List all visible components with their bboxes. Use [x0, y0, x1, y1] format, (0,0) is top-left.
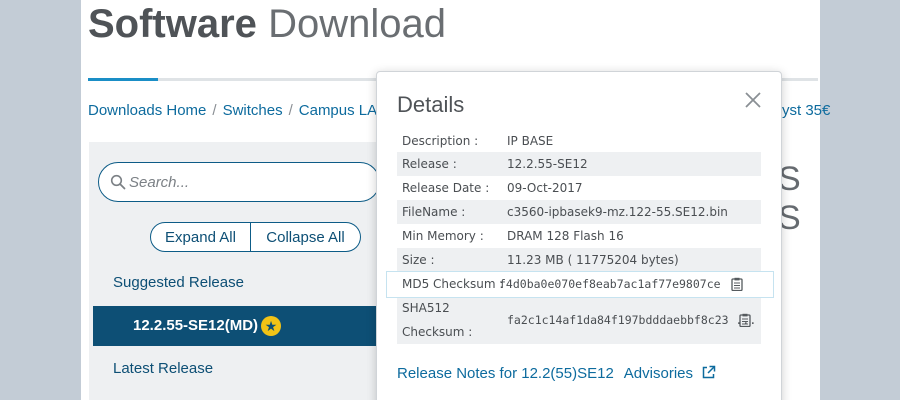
advisories-link[interactable]: Advisories: [624, 365, 693, 382]
breadcrumb: Downloads Home / Switches / Campus LA: [88, 102, 377, 119]
external-link-icon[interactable]: [701, 365, 716, 380]
search-icon: [110, 174, 126, 190]
release-sidebar: Expand All Collapse All Suggested Releas…: [89, 142, 380, 400]
detail-row-filename: FileName : c3560-ipbasek9-mz.122-55.SE12…: [397, 200, 761, 224]
collapse-all-button[interactable]: Collapse All: [251, 222, 361, 252]
breadcrumb-item-downloads-home[interactable]: Downloads Home: [88, 102, 206, 119]
detail-label: Size :: [402, 253, 435, 267]
detail-row-sha512: SHA512 Checksum : fa2c1c14af1da84f197bdd…: [397, 298, 761, 344]
expand-collapse-group: Expand All Collapse All: [150, 222, 361, 252]
copy-icon[interactable]: [739, 313, 751, 327]
detail-value: c3560-ipbasek9-mz.122-55.SE12.bin: [507, 205, 728, 219]
breadcrumb-item-switches[interactable]: Switches: [223, 102, 283, 119]
title-divider-active: [88, 78, 158, 81]
detail-value: 12.2.55-SE12: [507, 157, 588, 171]
expand-all-button[interactable]: Expand All: [150, 222, 251, 252]
detail-row-min-memory: Min Memory : DRAM 128 Flash 16: [397, 224, 761, 248]
detail-label: Min Memory :: [402, 229, 484, 243]
detail-label: MD5 Checksum :: [402, 277, 504, 291]
md5-value: f4d0ba0e070ef8eab7ac1af77e9807ce: [499, 277, 721, 291]
release-notes-link[interactable]: Release Notes for 12.2(55)SE12: [397, 365, 614, 382]
star-icon: ★: [261, 316, 281, 336]
detail-row-release-date: Release Date : 09-Oct-2017: [397, 176, 761, 200]
detail-value: 11.23 MB ( 11775204 bytes): [507, 253, 679, 267]
background-heading-fragment: S S: [778, 160, 801, 237]
selected-release-label: 12.2.55-SE12(MD): [133, 317, 259, 334]
suggested-release-label[interactable]: Suggested Release: [113, 274, 244, 291]
details-modal: Details Description : IP BASE Release : …: [376, 71, 782, 400]
breadcrumb-item-product[interactable]: yst 35€: [782, 102, 830, 119]
breadcrumb-separator: /: [288, 102, 293, 119]
page-title: Software Download: [88, 2, 446, 47]
latest-release-label[interactable]: Latest Release: [113, 360, 213, 377]
modal-links: Release Notes for 12.2(55)SE12 Advisories: [397, 365, 716, 382]
detail-label: Description :: [402, 134, 479, 148]
detail-row-description: Description : IP BASE: [397, 130, 761, 152]
modal-title: Details: [397, 92, 465, 117]
page-title-bold: Software: [88, 2, 257, 46]
sha512-value: fa2c1c14af1da84f197bdddaebbf8c23 ...: [507, 313, 757, 327]
detail-label-line2: Checksum :: [402, 325, 473, 339]
detail-value: IP BASE: [507, 134, 554, 148]
search-input[interactable]: [129, 171, 369, 193]
breadcrumb-separator: /: [212, 102, 217, 119]
detail-value: 09-Oct-2017: [507, 181, 583, 195]
detail-label-line1: SHA512: [402, 301, 450, 315]
search-box[interactable]: [98, 162, 380, 202]
copy-icon[interactable]: [731, 277, 743, 291]
selected-release-row[interactable]: 12.2.55-SE12(MD) ★: [93, 306, 379, 346]
detail-row-md5: MD5 Checksum : f4d0ba0e070ef8eab7ac1af77…: [397, 272, 761, 296]
breadcrumb-item-campus-lan[interactable]: Campus LA: [299, 102, 377, 119]
detail-row-release: Release : 12.2.55-SE12: [397, 152, 761, 176]
close-icon[interactable]: [743, 90, 763, 110]
detail-label: FileName :: [402, 205, 466, 219]
detail-value: DRAM 128 Flash 16: [507, 229, 624, 243]
detail-label: Release Date :: [402, 181, 490, 195]
page-title-light: Download: [268, 2, 446, 46]
detail-label: Release :: [402, 157, 457, 171]
detail-row-size: Size : 11.23 MB ( 11775204 bytes): [397, 248, 761, 272]
